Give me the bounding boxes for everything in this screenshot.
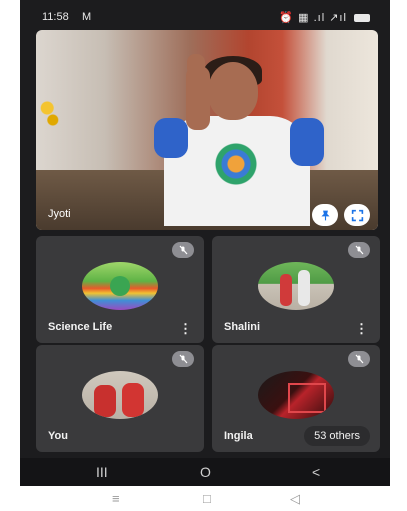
system-nav-bar: III O < bbox=[20, 458, 390, 486]
participant-name: Ingila bbox=[224, 430, 253, 442]
flowers bbox=[36, 92, 64, 132]
yoga-logo bbox=[214, 142, 258, 186]
phone-screen: 11:58 M ⏰ ▦ .ıl ↗ıl Jyoti Science Life ⋮… bbox=[20, 0, 390, 486]
mic-off-glyph bbox=[355, 245, 364, 255]
recent-apps-button[interactable]: III bbox=[96, 464, 108, 480]
thumbs-up bbox=[187, 54, 205, 76]
pin-icon bbox=[320, 210, 330, 220]
speaker-face bbox=[208, 62, 258, 120]
speaker-sleeve-right bbox=[290, 118, 324, 166]
mic-off-icon bbox=[172, 351, 194, 367]
main-video-tile[interactable]: Jyoti bbox=[36, 30, 378, 230]
mic-off-glyph bbox=[179, 354, 188, 364]
participant-tile-science-life[interactable]: Science Life ⋮ bbox=[36, 236, 204, 343]
pin-button[interactable] bbox=[312, 204, 338, 226]
avatar bbox=[258, 262, 334, 310]
outer-recent-button[interactable]: ≡ bbox=[112, 491, 120, 506]
more-options-icon[interactable]: ⋮ bbox=[179, 322, 192, 335]
status-bar: 11:58 M ⏰ ▦ .ıl ↗ıl bbox=[20, 0, 390, 32]
child-figure-2 bbox=[298, 270, 310, 306]
outer-home-button[interactable]: □ bbox=[203, 491, 211, 506]
status-icons: ⏰ ▦ .ıl ↗ıl bbox=[279, 11, 370, 24]
participant-tile-shalini[interactable]: Shalini ⋮ bbox=[212, 236, 380, 343]
mic-off-icon bbox=[348, 351, 370, 367]
main-participant-name: Jyoti bbox=[48, 208, 71, 220]
avatar bbox=[258, 371, 334, 419]
participant-tile-you[interactable]: You bbox=[36, 345, 204, 452]
home-button[interactable]: O bbox=[200, 464, 211, 480]
avatar bbox=[82, 262, 158, 310]
avatar bbox=[82, 371, 158, 419]
building-outline bbox=[288, 383, 326, 413]
globe bbox=[110, 276, 130, 296]
others-count-chip[interactable]: 53 others bbox=[304, 426, 370, 446]
outer-back-button[interactable]: ◁ bbox=[290, 491, 300, 507]
outer-nav-bar: ≡ □ ◁ bbox=[0, 486, 407, 511]
fullscreen-icon bbox=[351, 209, 363, 221]
mic-off-glyph bbox=[355, 354, 364, 364]
participant-name: You bbox=[48, 430, 68, 442]
child-figure-1 bbox=[280, 274, 292, 306]
more-options-icon[interactable]: ⋮ bbox=[355, 322, 368, 335]
battery-icon bbox=[354, 14, 370, 23]
child-figure-2 bbox=[122, 383, 144, 417]
participant-name: Shalini bbox=[224, 321, 261, 333]
participant-name: Science Life bbox=[48, 321, 113, 333]
fullscreen-button[interactable] bbox=[344, 204, 370, 226]
participant-tile-ingila[interactable]: Ingila 53 others bbox=[212, 345, 380, 452]
child-figure-1 bbox=[94, 385, 116, 417]
notification-icon: M bbox=[82, 11, 92, 23]
mic-off-icon bbox=[172, 242, 194, 258]
speaker-sleeve-left bbox=[154, 118, 188, 158]
mic-off-icon bbox=[348, 242, 370, 258]
status-time: 11:58 bbox=[42, 11, 69, 23]
mic-off-glyph bbox=[179, 245, 188, 255]
back-button[interactable]: < bbox=[312, 464, 320, 480]
